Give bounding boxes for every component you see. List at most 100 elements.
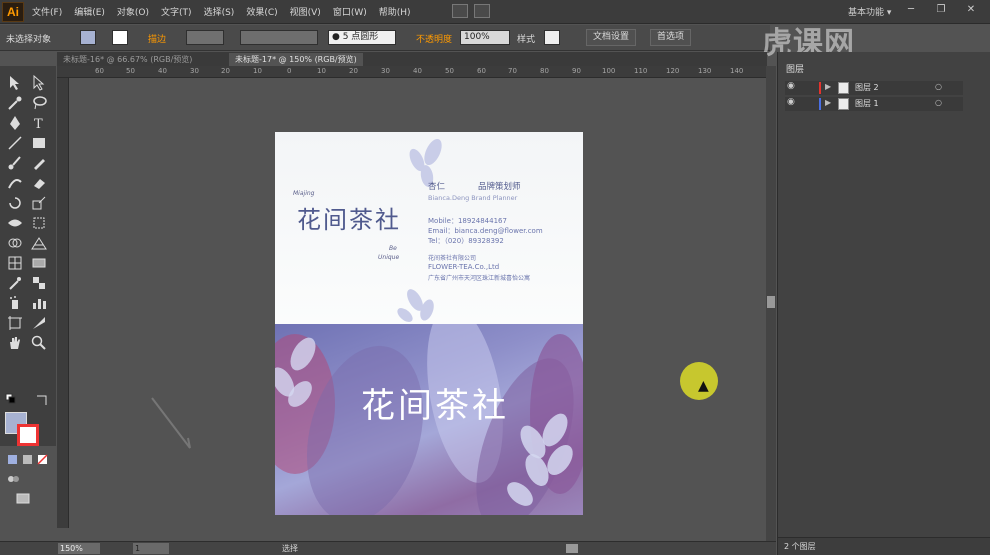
blob-brush-tool-icon[interactable] — [6, 174, 24, 192]
variable-width-profile[interactable] — [240, 30, 318, 45]
width-tool-icon[interactable] — [6, 214, 24, 232]
menu-edit[interactable]: 编辑(E) — [74, 5, 105, 18]
ruler-tick: 0 — [287, 67, 292, 75]
svg-text:T: T — [34, 117, 43, 132]
none-mode-icon[interactable] — [34, 451, 52, 469]
telephone-number: Tel：（020）89328392 — [428, 237, 504, 245]
eraser-tool-icon[interactable] — [30, 174, 48, 192]
paintbrush-tool-icon[interactable] — [6, 154, 24, 172]
expand-arrow-icon[interactable]: ▶ — [825, 98, 831, 107]
ruler-tick: 20 — [349, 67, 358, 75]
style-swatch[interactable] — [544, 30, 560, 45]
ruler-tick: 40 — [413, 67, 422, 75]
close-window-button[interactable]: ✕ — [958, 2, 984, 18]
layers-panel-footer: 2 个图层 — [778, 537, 990, 555]
rotate-tool-icon[interactable] — [6, 194, 24, 212]
symbol-sprayer-tool-icon[interactable] — [6, 294, 24, 312]
free-transform-tool-icon[interactable] — [30, 214, 48, 232]
bridge-icon[interactable] — [452, 4, 468, 18]
tab-document-17[interactable]: 未标题-17* @ 150% (RGB/预览) — [229, 53, 363, 66]
menu-file[interactable]: 文件(F) — [32, 5, 62, 18]
arrange-documents-icon[interactable] — [474, 4, 490, 18]
tools-panel: T — [0, 66, 56, 504]
swap-colors-icon[interactable] — [34, 392, 52, 410]
drawing-mode-icon[interactable] — [4, 470, 22, 488]
artboard-navigator[interactable]: 1 — [133, 543, 169, 554]
zoom-level[interactable]: 150% — [58, 543, 100, 554]
gradient-tool-icon[interactable] — [30, 254, 48, 272]
screen-mode-icon[interactable] — [14, 490, 32, 508]
type-tool-icon[interactable]: T — [30, 114, 48, 132]
stroke-label[interactable]: 描边 — [148, 32, 166, 45]
ruler-tick: 50 — [126, 67, 135, 75]
blend-tool-icon[interactable] — [30, 274, 48, 292]
person-english: Bianca.Deng Brand Planner — [428, 194, 518, 202]
menu-select[interactable]: 选择(S) — [204, 5, 235, 18]
mesh-tool-icon[interactable] — [6, 254, 24, 272]
layers-panel-title[interactable]: 图层 — [786, 62, 804, 75]
business-card-artboard[interactable]: Miajing 花间茶社 Be Unique 杏仁 品牌策划师 Bianca.D… — [275, 132, 583, 515]
layer-row[interactable]: ◉ ▶ 图层 2 ○ — [785, 81, 963, 95]
zoom-tool-icon[interactable] — [30, 334, 48, 352]
menu-effect[interactable]: 效果(C) — [246, 5, 277, 18]
artboard-tool-icon[interactable] — [6, 314, 24, 332]
horizontal-ruler[interactable]: 60 50 40 30 20 10 0 10 20 30 40 50 60 70… — [57, 66, 767, 78]
selection-tool-icon[interactable] — [6, 74, 24, 92]
layer-name[interactable]: 图层 2 — [855, 82, 879, 93]
ruler-tick: 30 — [381, 67, 390, 75]
hand-tool-icon[interactable] — [6, 334, 24, 352]
person-title: 品牌策划师 — [478, 182, 521, 192]
vertical-scroll-thumb[interactable] — [767, 296, 775, 308]
restore-button[interactable]: ❐ — [928, 2, 954, 18]
line-tool-icon[interactable] — [6, 134, 24, 152]
vertical-scrollbar[interactable] — [766, 66, 776, 541]
ruler-tick: 70 — [508, 67, 517, 75]
stroke-weight-field[interactable] — [186, 30, 224, 45]
menu-window[interactable]: 窗口(W) — [333, 5, 367, 18]
default-colors-icon[interactable] — [4, 392, 22, 410]
workspace-switcher[interactable]: 基本功能 ▾ — [848, 5, 891, 18]
menu-view[interactable]: 视图(V) — [290, 5, 321, 18]
vertical-ruler[interactable] — [57, 78, 69, 528]
company-english: FLOWER-TEA.Co.,Ltd — [428, 263, 500, 271]
shape-builder-tool-icon[interactable] — [6, 234, 24, 252]
fill-color-swatch[interactable] — [80, 30, 96, 45]
magic-wand-tool-icon[interactable] — [6, 94, 24, 112]
layer-target-icon[interactable]: ○ — [935, 98, 942, 107]
menu-help[interactable]: 帮助(H) — [379, 5, 411, 18]
perspective-grid-tool-icon[interactable] — [30, 234, 48, 252]
lasso-tool-icon[interactable] — [30, 94, 48, 112]
stroke-swatch[interactable] — [17, 424, 39, 446]
selection-status: 未选择对象 — [6, 35, 52, 45]
direct-selection-tool-icon[interactable] — [30, 74, 48, 92]
ruler-tick: 10 — [253, 67, 262, 75]
menu-object[interactable]: 对象(O) — [117, 5, 149, 18]
tab-document-16[interactable]: 未标题-16* @ 66.67% (RGB/预览) — [57, 53, 198, 66]
horizontal-scroll-thumb[interactable] — [566, 544, 578, 553]
ruler-tick: 80 — [540, 67, 549, 75]
pencil-tool-icon[interactable] — [30, 154, 48, 172]
rectangle-tool-icon[interactable] — [30, 134, 48, 152]
expand-arrow-icon[interactable]: ▶ — [825, 82, 831, 91]
document-setup-button[interactable]: 文档设置 — [586, 29, 637, 46]
layer-target-icon[interactable]: ○ — [935, 82, 942, 91]
preferences-button[interactable]: 首选项 — [650, 29, 692, 46]
brand-english-1: Miajing — [293, 190, 315, 197]
brush-definition[interactable]: ● 5 点圆形 — [328, 30, 396, 45]
stroke-color-swatch[interactable] — [112, 30, 128, 45]
layer-color-marker — [819, 82, 821, 94]
opacity-label[interactable]: 不透明度 — [416, 32, 452, 45]
column-graph-tool-icon[interactable] — [30, 294, 48, 312]
slice-tool-icon[interactable] — [30, 314, 48, 332]
layer-row[interactable]: ◉ ▶ 图层 1 ○ — [785, 97, 963, 111]
eyedropper-tool-icon[interactable] — [6, 274, 24, 292]
menu-type[interactable]: 文字(T) — [161, 5, 192, 18]
opacity-field[interactable]: 100% — [460, 30, 510, 45]
layer-name[interactable]: 图层 1 — [855, 98, 879, 109]
minimize-button[interactable]: ─ — [898, 2, 924, 18]
visibility-eye-icon[interactable]: ◉ — [787, 81, 795, 91]
pen-tool-icon[interactable] — [6, 114, 24, 132]
ruler-tick: 60 — [477, 67, 486, 75]
scale-tool-icon[interactable] — [30, 194, 48, 212]
visibility-eye-icon[interactable]: ◉ — [787, 97, 795, 107]
